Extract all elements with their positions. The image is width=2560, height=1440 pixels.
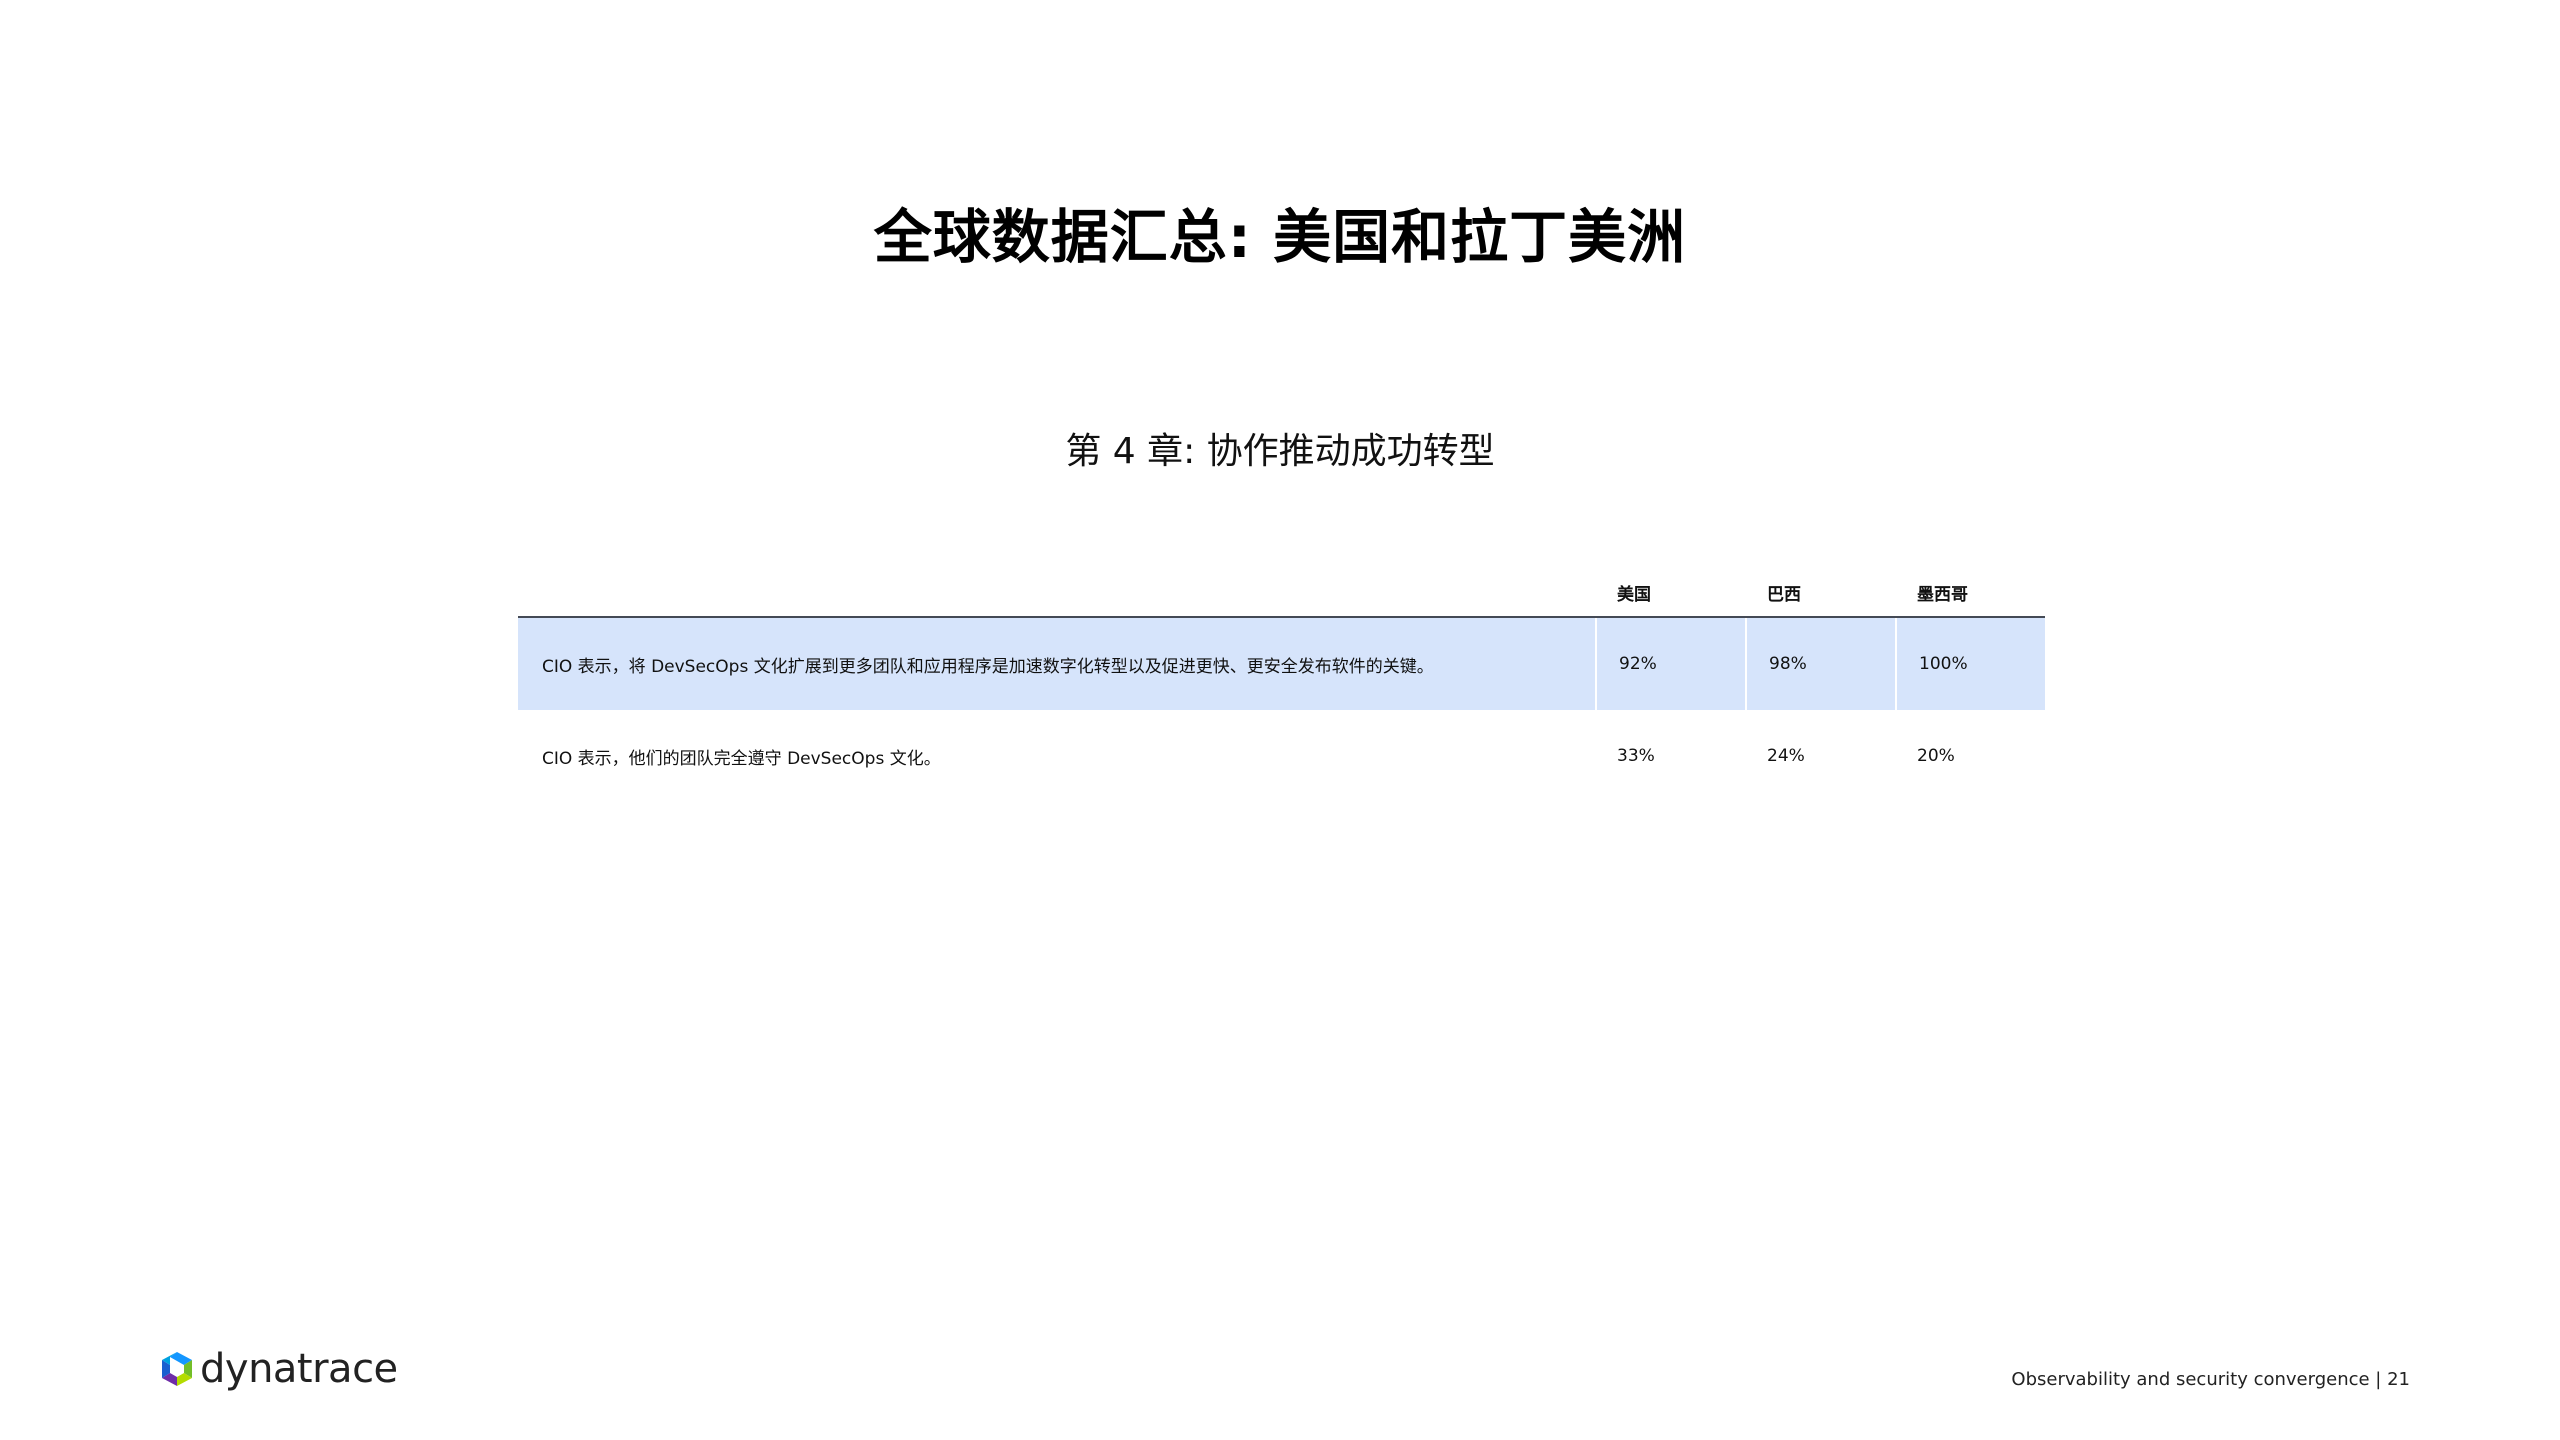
row-value-usa: 92% bbox=[1595, 618, 1745, 710]
chapter-subtitle: 第 4 章: 协作推动成功转型 bbox=[1065, 431, 1495, 472]
footer-page-info: Observability and security convergence |… bbox=[2011, 1369, 2410, 1390]
logo-wordmark: dynatrace bbox=[200, 1346, 398, 1392]
row-value-mexico: 100% bbox=[1895, 618, 2045, 710]
table-row: CIO 表示，将 DevSecOps 文化扩展到更多团队和应用程序是加速数字化转… bbox=[518, 618, 2045, 710]
row-value-mexico: 20% bbox=[1917, 746, 1955, 766]
header-usa: 美国 bbox=[1617, 584, 1651, 605]
row-label: CIO 表示，他们的团队完全遵守 DevSecOps 文化。 bbox=[542, 748, 941, 769]
dynatrace-cube-icon bbox=[160, 1351, 194, 1387]
page-title: 全球数据汇总: 美国和拉丁美洲 bbox=[873, 203, 1687, 271]
row-value-brazil: 98% bbox=[1745, 618, 1895, 710]
table-row: CIO 表示，他们的团队完全遵守 DevSecOps 文化。 33% 24% 2… bbox=[518, 710, 2045, 802]
row-value-brazil: 24% bbox=[1767, 746, 1805, 766]
header-brazil: 巴西 bbox=[1767, 584, 1801, 605]
header-mexico: 墨西哥 bbox=[1917, 584, 1968, 605]
row-value-usa: 33% bbox=[1617, 746, 1655, 766]
row-label: CIO 表示，将 DevSecOps 文化扩展到更多团队和应用程序是加速数字化转… bbox=[542, 656, 1434, 677]
table-header: 美国 巴西 墨西哥 bbox=[518, 568, 2045, 618]
data-table: 美国 巴西 墨西哥 CIO 表示，将 DevSecOps 文化扩展到更多团队和应… bbox=[518, 568, 2045, 802]
header-label-empty bbox=[518, 568, 1595, 616]
dynatrace-logo: dynatrace bbox=[160, 1346, 398, 1392]
